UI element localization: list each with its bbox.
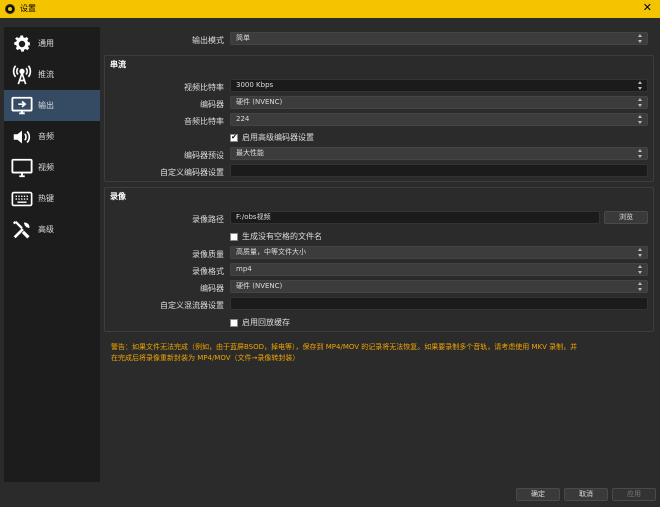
sidebar-item-audio[interactable]: 音频: [4, 121, 100, 152]
recording-format-label: 录像格式: [192, 267, 224, 276]
recording-group-title: 录像: [110, 192, 126, 201]
keyboard-icon: [9, 187, 35, 211]
stream-encoder-value: 硬件 (NVENC): [236, 98, 283, 106]
recording-format-value: mp4: [236, 265, 252, 273]
stream-encoder-select[interactable]: 硬件 (NVENC): [230, 96, 648, 109]
recording-quality-label: 录像质量: [192, 250, 224, 259]
broadcast-icon: [9, 63, 35, 87]
replay-buffer-label: 启用回放缓存: [242, 318, 290, 327]
sidebar-item-label: 热键: [38, 194, 54, 203]
recording-quality-value: 高质量，中等文件大小: [236, 248, 306, 256]
custom-encoder-input[interactable]: [230, 164, 648, 177]
custom-muxer-label: 自定义混流器设置: [160, 301, 224, 310]
checkbox-empty-icon: [230, 232, 238, 241]
title-bar: 设置 ✕: [0, 0, 660, 18]
video-bitrate-label: 视频比特率: [184, 83, 224, 92]
tools-icon: [9, 218, 35, 242]
mp4-warning-text: 警告：如果文件无法完成（例如，由于蓝屏BSOD，掉电等），保存到 MP4/MOV…: [111, 342, 651, 364]
warning-line-2: 在完成后将录像重新封装为 MP4/MOV（文件→录像转封装）: [111, 354, 300, 362]
sidebar-item-output[interactable]: 输出: [4, 90, 100, 121]
spinner-arrows-icon: [638, 115, 643, 124]
sidebar-item-video[interactable]: 视频: [4, 152, 100, 183]
audio-bitrate-value: 224: [236, 115, 250, 123]
video-bitrate-input[interactable]: 3000 Kbps: [230, 79, 648, 92]
sidebar-item-label: 通用: [38, 39, 54, 48]
recording-quality-select[interactable]: 高质量，中等文件大小: [230, 246, 648, 259]
spinner-arrows-icon: [638, 265, 643, 274]
stream-encoder-label: 编码器: [200, 100, 224, 109]
advanced-encoder-checkbox[interactable]: ✔ 启用高级编码器设置: [230, 132, 314, 143]
checkbox-checked-icon: ✔: [230, 133, 238, 142]
sidebar-item-general[interactable]: 通用: [4, 28, 100, 59]
settings-sidebar: 通用 推流 输出 音频 视频 热键 高级: [4, 27, 100, 482]
sidebar-item-hotkeys[interactable]: 热键: [4, 183, 100, 214]
sidebar-item-stream[interactable]: 推流: [4, 59, 100, 90]
monitor-icon: [9, 156, 35, 180]
sidebar-item-label: 视频: [38, 163, 54, 172]
obs-logo-icon: [5, 4, 15, 14]
recording-path-value: F:/obs视频: [236, 213, 271, 221]
sidebar-item-label: 高级: [38, 225, 54, 234]
output-mode-label: 输出模式: [192, 36, 224, 45]
custom-muxer-input[interactable]: [230, 297, 648, 310]
video-bitrate-value: 3000 Kbps: [236, 81, 274, 89]
encoder-preset-value: 最大性能: [236, 149, 264, 157]
close-icon[interactable]: ✕: [643, 1, 652, 14]
apply-button[interactable]: 应用: [612, 488, 656, 501]
spinner-arrows-icon: [638, 81, 643, 90]
no-space-filename-label: 生成没有空格的文件名: [242, 232, 322, 241]
spinner-arrows-icon: [638, 34, 643, 43]
recording-path-label: 录像路径: [192, 215, 224, 224]
encoder-preset-select[interactable]: 最大性能: [230, 147, 648, 160]
recording-path-input[interactable]: F:/obs视频: [230, 211, 600, 224]
output-mode-select[interactable]: 简单: [230, 32, 648, 45]
recording-encoder-value: 硬件 (NVENC): [236, 282, 283, 290]
cancel-button[interactable]: 取消: [564, 488, 608, 501]
replay-buffer-checkbox[interactable]: 启用回放缓存: [230, 317, 290, 328]
checkbox-empty-icon: [230, 318, 238, 327]
encoder-preset-label: 编码器预设: [184, 151, 224, 160]
recording-format-select[interactable]: mp4: [230, 263, 648, 276]
no-space-filename-checkbox[interactable]: 生成没有空格的文件名: [230, 231, 322, 242]
streaming-group-title: 串流: [110, 60, 126, 69]
sidebar-item-label: 音频: [38, 132, 54, 141]
window-title: 设置: [20, 4, 36, 13]
output-mode-value: 简单: [236, 34, 250, 42]
recording-encoder-label: 编码器: [200, 284, 224, 293]
gear-icon: [9, 32, 35, 56]
custom-encoder-label: 自定义编码器设置: [160, 168, 224, 177]
sidebar-item-label: 输出: [38, 101, 54, 110]
spinner-arrows-icon: [638, 98, 643, 107]
ok-button[interactable]: 确定: [516, 488, 560, 501]
sidebar-item-advanced[interactable]: 高级: [4, 214, 100, 245]
spinner-arrows-icon: [638, 282, 643, 291]
audio-bitrate-label: 音频比特率: [184, 117, 224, 126]
spinner-arrows-icon: [638, 149, 643, 158]
speaker-icon: [9, 125, 35, 149]
monitor-output-icon: [9, 94, 35, 118]
advanced-encoder-label: 启用高级编码器设置: [242, 133, 314, 142]
browse-button[interactable]: 浏览: [604, 211, 648, 224]
audio-bitrate-select[interactable]: 224: [230, 113, 648, 126]
sidebar-item-label: 推流: [38, 70, 54, 79]
recording-encoder-select[interactable]: 硬件 (NVENC): [230, 280, 648, 293]
warning-line-1: 警告：如果文件无法完成（例如，由于蓝屏BSOD，掉电等），保存到 MP4/MOV…: [111, 343, 578, 351]
spinner-arrows-icon: [638, 248, 643, 257]
